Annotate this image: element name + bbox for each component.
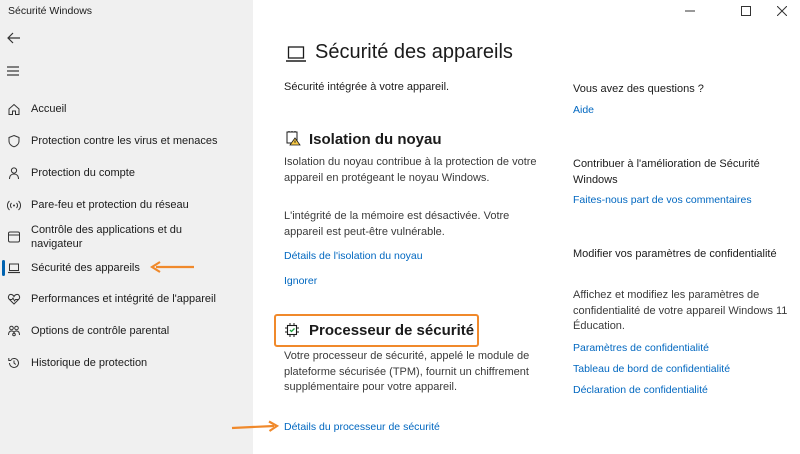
- sidebar-item-label: Accueil: [31, 103, 67, 115]
- feedback-link[interactable]: Faites-nous part de vos commentaires: [573, 194, 752, 206]
- sidebar-item-label: Sécurité des appareils: [31, 262, 140, 274]
- sidebar-item-label: Historique de protection: [31, 357, 148, 369]
- page-title: Sécurité des appareils: [315, 41, 513, 63]
- app-browser-icon: [8, 231, 20, 243]
- privacy-settings-link[interactable]: Paramètres de confidentialité: [573, 342, 709, 354]
- window-title: Sécurité Windows: [8, 5, 93, 17]
- security-processor-description: Votre processeur de sécurité, appelé le …: [284, 350, 530, 393]
- sidebar-item-label: Options de contrôle parental: [31, 325, 170, 337]
- back-arrow-icon: [7, 32, 20, 44]
- minimize-button[interactable]: [668, 0, 712, 22]
- privacy-heading: Modifier vos paramètres de confidentiali…: [573, 248, 777, 260]
- active-indicator: [2, 260, 5, 276]
- history-icon: [8, 357, 19, 368]
- sidebar: Accueil Protection contre les virus et m…: [0, 22, 253, 454]
- close-button[interactable]: [764, 0, 800, 22]
- privacy-description: Affichez et modifiez les paramètres de c…: [573, 289, 788, 332]
- person-icon: [9, 167, 19, 180]
- title-bar: Sécurité Windows: [0, 0, 800, 22]
- sidebar-item-label: Pare-feu et protection du réseau: [31, 199, 189, 211]
- ignore-link[interactable]: Ignorer: [284, 275, 317, 287]
- sidebar-item-label: Performances et intégrité de l'appareil: [31, 293, 216, 305]
- page-intro: Sécurité intégrée à votre appareil.: [284, 81, 450, 93]
- core-isolation-warning-icon: [286, 131, 301, 146]
- maximize-button[interactable]: [724, 0, 768, 22]
- home-icon: [8, 103, 20, 115]
- main-content: Sécurité des appareils Sécurité intégrée…: [253, 22, 800, 454]
- menu-button[interactable]: [6, 64, 26, 80]
- core-isolation-warning: L'intégrité de la mémoire est désactivée…: [284, 210, 510, 238]
- help-link[interactable]: Aide: [573, 104, 594, 116]
- back-button[interactable]: [6, 30, 26, 48]
- privacy-statement-link[interactable]: Déclaration de confidentialité: [573, 384, 708, 396]
- heart-icon: [7, 293, 21, 305]
- annotation-arrow-sidebar: [150, 261, 194, 273]
- wifi-icon: [7, 200, 21, 211]
- hamburger-icon: [7, 66, 19, 76]
- annotation-arrow-details: [231, 420, 280, 432]
- core-isolation-title: Isolation du noyau: [309, 131, 442, 148]
- questions-heading: Vous avez des questions ?: [573, 83, 704, 95]
- shield-icon: [8, 134, 20, 148]
- core-isolation-details-link[interactable]: Détails de l'isolation du noyau: [284, 250, 423, 262]
- security-processor-details-link[interactable]: Détails du processeur de sécurité: [284, 421, 440, 433]
- chip-icon: [285, 323, 299, 337]
- minimize-icon: [685, 10, 695, 12]
- laptop-icon: [286, 46, 306, 62]
- sidebar-item-label: Protection du compte: [31, 167, 135, 179]
- contribute-heading: Contribuer à l'amélioration de Sécurité …: [573, 158, 760, 186]
- sidebar-item-label: Contrôle des applications et du navigate…: [31, 224, 183, 250]
- privacy-dashboard-link[interactable]: Tableau de bord de confidentialité: [573, 363, 730, 375]
- sidebar-item-label: Protection contre les virus et menaces: [31, 135, 218, 147]
- close-icon: [777, 6, 787, 16]
- family-icon: [8, 325, 20, 337]
- security-processor-title: Processeur de sécurité: [309, 322, 475, 339]
- core-isolation-description: Isolation du noyau contribue à la protec…: [284, 156, 537, 184]
- laptop-icon: [8, 263, 20, 274]
- maximize-icon: [741, 6, 751, 16]
